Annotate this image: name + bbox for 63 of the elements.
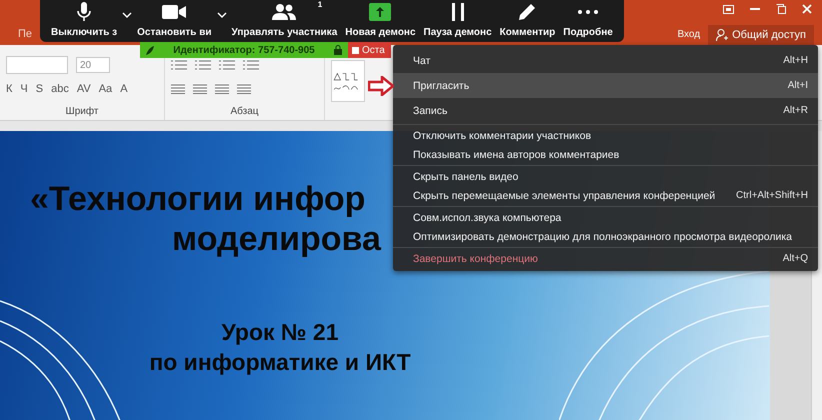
caret-icon[interactable] (122, 12, 132, 18)
video-camera-icon (162, 4, 186, 20)
toolbar-button[interactable]: Новая демонс (342, 2, 419, 38)
shapes-gallery-drawing[interactable] (331, 60, 365, 102)
format-button[interactable]: К (6, 83, 12, 95)
pointer-arrow-icon (368, 76, 394, 96)
share-button[interactable]: Общий доступ (708, 25, 814, 45)
slide-title: моделирова (172, 219, 381, 259)
restore-icon[interactable] (776, 4, 786, 14)
person-add-icon (716, 29, 728, 41)
align-icon[interactable] (215, 84, 229, 94)
slide-title: «Технологии инфор (30, 179, 366, 219)
align-icon[interactable] (237, 84, 251, 94)
close-icon[interactable] (802, 4, 812, 14)
leaf-icon (146, 46, 154, 54)
pause-icon (450, 3, 466, 21)
format-button[interactable]: Aa (98, 83, 112, 95)
toolbar-button[interactable]: Подробне (560, 2, 616, 38)
more-dots-icon (578, 10, 598, 14)
list-icon[interactable] (243, 60, 259, 70)
list-icon[interactable] (195, 60, 211, 70)
align-icon[interactable] (171, 84, 185, 94)
list-icon[interactable] (219, 60, 235, 70)
menu-item[interactable]: Чат Alt+H (393, 48, 818, 73)
group-label: Абзац (229, 106, 260, 117)
stop-share-button[interactable]: Оста (348, 42, 391, 58)
sign-in-link[interactable]: Вход (677, 29, 700, 40)
font-size-field[interactable]: 20 (76, 57, 110, 73)
menu-item[interactable]: Запись Alt+R (393, 98, 818, 123)
font-name-field[interactable] (6, 56, 68, 74)
participant-count: 1 (318, 0, 322, 9)
share-screen-icon (369, 3, 392, 21)
slide-subtitle: Урок № 21 (221, 318, 339, 347)
align-icon[interactable] (193, 84, 207, 94)
toolbar-button[interactable]: Комментир (496, 2, 558, 38)
caret-icon[interactable] (216, 12, 227, 18)
menu-item[interactable]: Показывать имена авторов комментариев (393, 145, 818, 164)
menu-item[interactable]: Совм.испол.звука компьютера (393, 208, 818, 227)
menu-item[interactable]: Скрыть панель видео (393, 167, 818, 186)
menu-item[interactable]: Скрыть перемещаемые элементы управления конференцией Ctrl+Alt+Shift+H (393, 186, 818, 205)
meeting-id: Идентификатор: 757-740-905 (172, 44, 316, 56)
toolbar-button[interactable]: Выключить з (48, 2, 120, 38)
format-button[interactable]: A (120, 83, 128, 95)
pencil-icon (517, 2, 538, 22)
menu-item[interactable]: Отключить комментарии участников (393, 126, 818, 145)
format-button[interactable]: Ч (20, 83, 28, 95)
format-button[interactable]: AV (76, 83, 91, 95)
menu-item[interactable]: Оптимизировать демонстрацию для полноэкранного просмотра видеоролика (393, 227, 818, 246)
microphone-icon (77, 2, 92, 22)
people-icon (272, 4, 296, 20)
toolbar-button[interactable]: Пауза демонс (420, 2, 495, 38)
menu-item[interactable]: Завершить конференцию Alt+Q (393, 249, 818, 268)
lock-icon (334, 45, 342, 55)
menu-item[interactable]: Пригласить Alt+I (393, 73, 818, 98)
display-options-icon[interactable] (723, 4, 734, 14)
format-button[interactable]: abc (51, 83, 69, 95)
format-button[interactable]: S (36, 83, 44, 95)
group-label: Шрифт (64, 106, 100, 117)
toolbar-button[interactable]: Управлять участника 1 (228, 2, 340, 38)
toolbar-button[interactable]: Остановить ви (134, 2, 215, 38)
slide-subtitle: по информатике и ИКТ (149, 348, 411, 377)
ribbon-tab[interactable]: Пе (18, 28, 32, 40)
list-icon[interactable] (171, 60, 187, 70)
